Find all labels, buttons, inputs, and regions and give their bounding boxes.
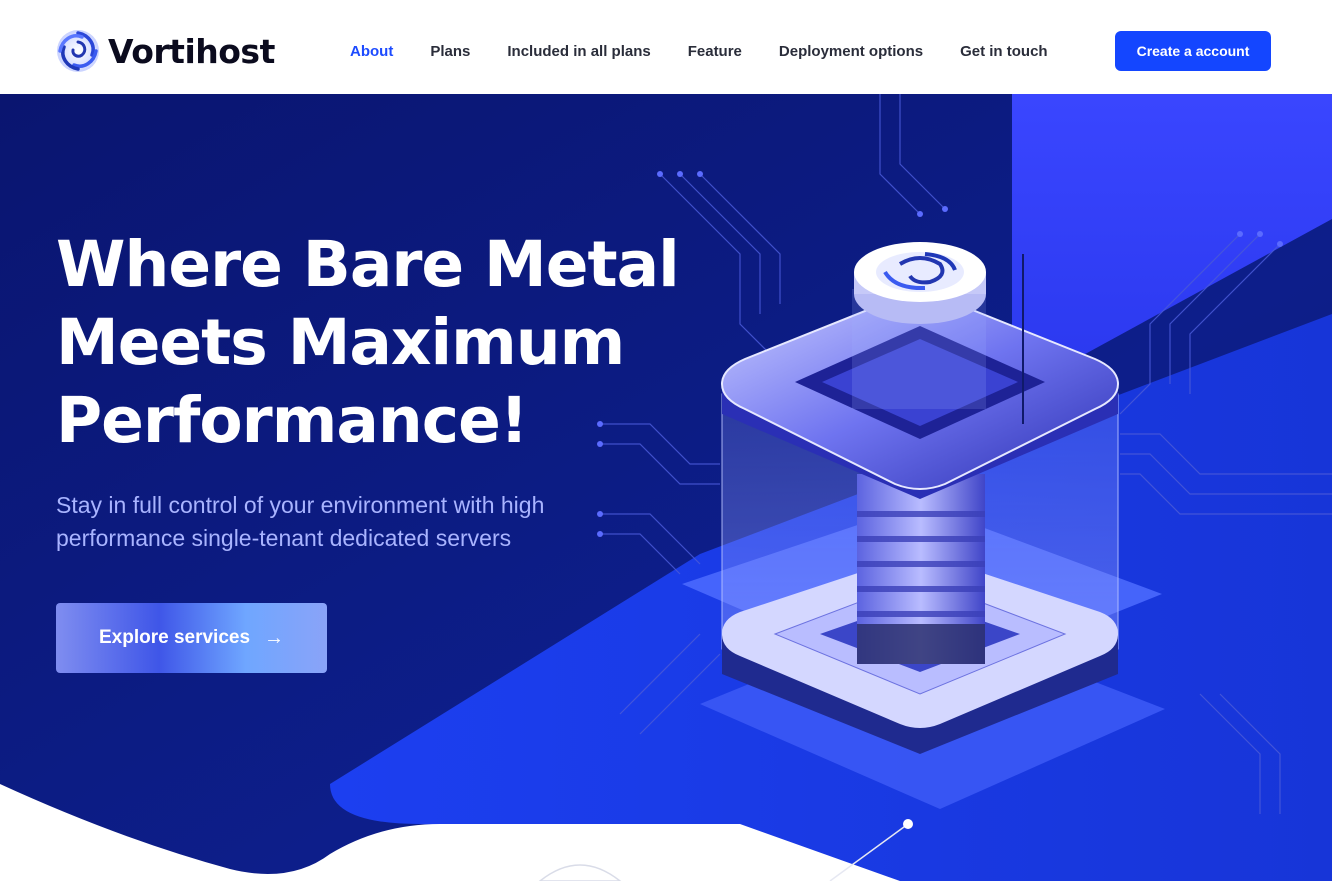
explore-services-label: Explore services: [98, 627, 251, 648]
hero-title-line: Meets Maximum: [56, 306, 625, 379]
nav-feature[interactable]: Feature: [688, 43, 742, 60]
brand-name: Vortihost: [108, 31, 275, 71]
nav-contact[interactable]: Get in touch: [960, 43, 1048, 60]
hero-title-line: Performance!: [56, 384, 529, 457]
hero-illustration: [0, 94, 1332, 881]
hero-section: Where Bare Metal Meets Maximum Performan…: [0, 94, 1332, 881]
create-account-button[interactable]: Create a account: [1115, 31, 1271, 71]
brand-logo[interactable]: Vortihost: [56, 29, 275, 73]
vortex-logo-icon: [57, 30, 99, 72]
hero-title: Where Bare Metal Meets Maximum Performan…: [56, 226, 696, 460]
site-header: Vortihost About Plans Included in all pl…: [0, 0, 1332, 94]
nav-plans[interactable]: Plans: [430, 43, 470, 60]
nav-about[interactable]: About: [350, 43, 393, 60]
hero-title-line: Where Bare Metal: [56, 228, 680, 301]
nav-included[interactable]: Included in all plans: [507, 43, 650, 60]
arrow-right-icon: →: [264, 626, 285, 649]
nav-deployment[interactable]: Deployment options: [779, 43, 923, 60]
explore-services-button[interactable]: Explore services →: [56, 603, 327, 673]
hero-subtitle: Stay in full control of your environment…: [56, 492, 545, 551]
main-nav: About Plans Included in all plans Featur…: [350, 43, 1048, 60]
